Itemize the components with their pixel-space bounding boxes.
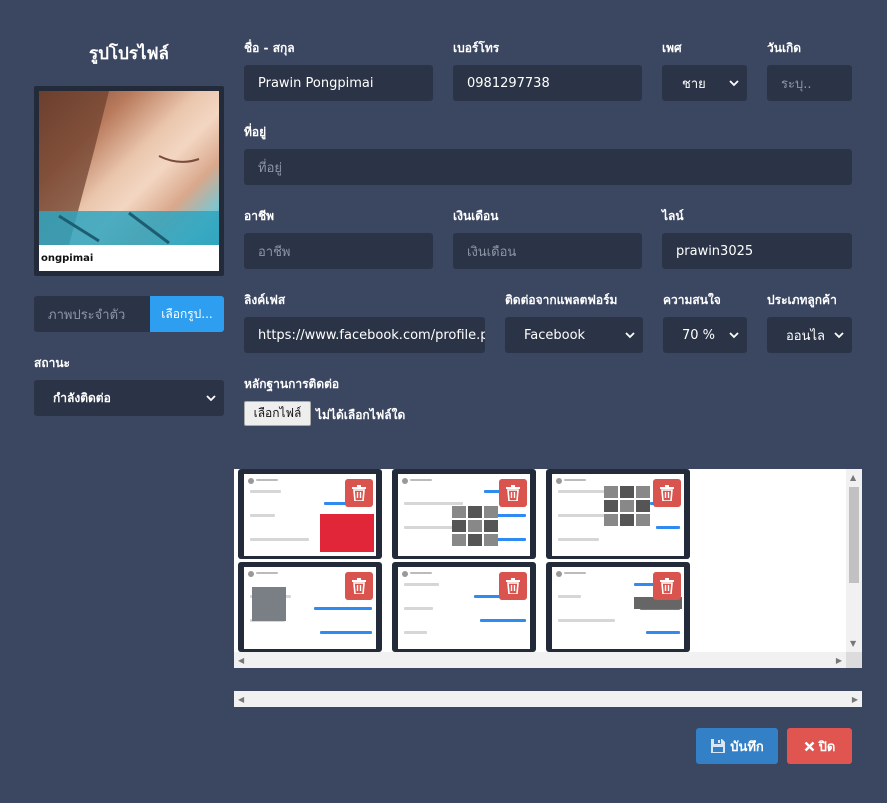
- address-input[interactable]: ที่อยู่: [244, 149, 852, 185]
- trash-icon: [506, 578, 520, 594]
- occupation-label: อาชีพ: [244, 209, 274, 223]
- trash-icon: [352, 578, 366, 594]
- chevron-down-icon: [625, 332, 635, 339]
- delete-evidence-button[interactable]: [653, 479, 681, 507]
- choose-file-button[interactable]: เลือกไฟล์: [244, 401, 311, 426]
- delete-evidence-button[interactable]: [345, 479, 373, 507]
- evidence-thumbnail[interactable]: [238, 562, 382, 652]
- trash-icon: [660, 578, 674, 594]
- birthday-label: วันเกิด: [767, 41, 802, 55]
- profile-title: รูปโปรไฟล์: [89, 44, 169, 64]
- profile-name-caption: ongpimai: [41, 252, 94, 264]
- line-input[interactable]: prawin3025: [662, 233, 852, 269]
- gallery-vertical-scrollbar[interactable]: ▲ ▼: [846, 469, 862, 652]
- interest-select[interactable]: 70 %: [663, 317, 747, 353]
- customer-type-label: ประเภทลูกค้า: [767, 293, 837, 307]
- profile-image-input[interactable]: ภาพประจำตัว: [34, 296, 150, 332]
- save-label: บันทึก: [730, 739, 764, 755]
- delete-evidence-button[interactable]: [653, 572, 681, 600]
- chevron-down-icon: [206, 395, 216, 402]
- chevron-down-icon: [729, 332, 739, 339]
- delete-evidence-button[interactable]: [499, 479, 527, 507]
- birthday-input[interactable]: ระบุ..: [767, 65, 852, 101]
- evidence-thumbnail[interactable]: [546, 469, 690, 559]
- choose-image-button[interactable]: เลือกรูป...: [150, 296, 224, 332]
- customer-type-select[interactable]: ออนไล: [767, 317, 852, 353]
- trash-icon: [352, 485, 366, 501]
- facebook-input[interactable]: https://www.facebook.com/profile.pl: [244, 317, 485, 353]
- trash-icon: [660, 485, 674, 501]
- salary-input[interactable]: เงินเดือน: [453, 233, 642, 269]
- avatar: [39, 91, 219, 245]
- profile-photo-frame: ongpimai: [34, 86, 224, 276]
- page-horizontal-scrollbar[interactable]: ◀ ▶: [234, 691, 862, 707]
- occupation-input[interactable]: อาชีพ: [244, 233, 433, 269]
- platform-select[interactable]: Facebook: [505, 317, 643, 353]
- evidence-thumbnail[interactable]: [392, 469, 536, 559]
- chevron-down-icon: [834, 332, 844, 339]
- close-icon: [804, 741, 814, 751]
- chevron-down-icon: [729, 80, 739, 87]
- fullname-input[interactable]: Prawin Pongpimai: [244, 65, 433, 101]
- delete-evidence-button[interactable]: [345, 572, 373, 600]
- floppy-disk-icon: [711, 739, 726, 753]
- interest-label: ความสนใจ: [663, 293, 721, 307]
- gallery-horizontal-scrollbar[interactable]: ◀ ▶: [234, 652, 846, 668]
- gender-select[interactable]: ชาย: [662, 65, 747, 101]
- facebook-label: ลิงค์เฟส: [244, 293, 286, 307]
- evidence-thumbnail[interactable]: [546, 562, 690, 652]
- close-label: ปิด: [818, 739, 836, 755]
- delete-evidence-button[interactable]: [499, 572, 527, 600]
- address-label: ที่อยู่: [244, 125, 267, 139]
- status-label: สถานะ: [34, 356, 70, 370]
- close-button[interactable]: ปิด: [787, 728, 852, 764]
- evidence-label: หลักฐานการติดต่อ: [244, 377, 340, 391]
- gender-label: เพศ: [662, 41, 682, 55]
- line-label: ไลน์: [662, 209, 684, 223]
- status-select[interactable]: กำลังติดต่อ: [34, 380, 224, 416]
- salary-label: เงินเดือน: [453, 209, 499, 223]
- trash-icon: [506, 485, 520, 501]
- phone-input[interactable]: 0981297738: [453, 65, 642, 101]
- fullname-label: ชื่อ - สกุล: [244, 41, 295, 55]
- save-button[interactable]: บันทึก: [696, 728, 778, 764]
- platform-label: ติดต่อจากแพลตฟอร์ม: [505, 293, 618, 307]
- file-status-text: ไม่ได้เลือกไฟล์ใด: [316, 408, 406, 422]
- phone-label: เบอร์โทร: [453, 41, 500, 55]
- evidence-thumbnail[interactable]: [238, 469, 382, 559]
- evidence-thumbnail[interactable]: [392, 562, 536, 652]
- evidence-gallery: [234, 469, 846, 652]
